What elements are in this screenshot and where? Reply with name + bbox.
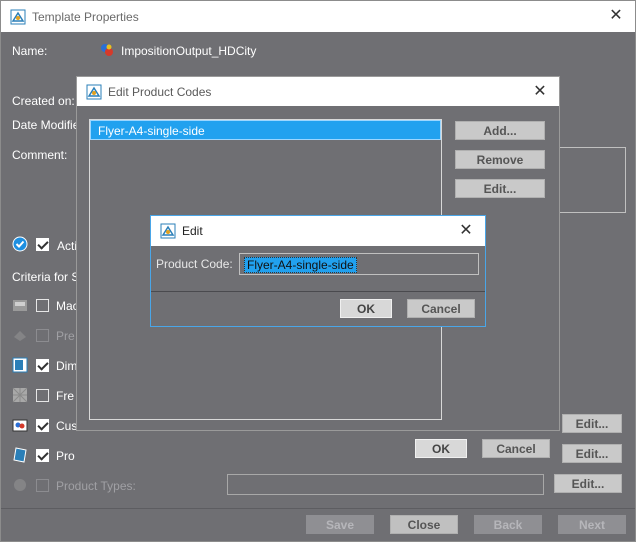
app-icon: [86, 84, 102, 99]
product-types-field[interactable]: [227, 474, 544, 495]
product-code-input[interactable]: Flyer-A4-single-side: [239, 253, 479, 275]
machine-icon: [13, 300, 27, 311]
title-bar: Edit ✕: [151, 216, 485, 246]
active-label: Acti: [57, 239, 78, 253]
criteria-label-4: Fre: [56, 389, 74, 403]
edit-product-types-button[interactable]: Edit...: [554, 474, 622, 493]
app-icon: [10, 9, 26, 24]
criteria-checkbox-2: [36, 329, 49, 342]
ok-button[interactable]: OK: [340, 299, 392, 318]
dialog-title: Edit: [182, 224, 203, 238]
active-checkbox[interactable]: [36, 238, 49, 251]
criteria-label-5: Cus: [56, 419, 78, 433]
ok-button[interactable]: OK: [415, 439, 467, 458]
remove-button[interactable]: Remove: [455, 150, 545, 169]
app-icon: [160, 223, 176, 239]
criteria-label-2: Pre: [56, 329, 75, 343]
criteria-label: Criteria for S: [12, 270, 80, 284]
product-types-icon: [14, 479, 26, 491]
edit-dialog: Edit ✕ Product Code: Flyer-A4-single-sid…: [150, 215, 486, 327]
criteria-label-6: Pro: [56, 449, 75, 463]
criteria-checkbox-6[interactable]: [36, 449, 49, 462]
criteria-checkbox-4[interactable]: [36, 389, 49, 402]
title-bar: Template Properties ✕: [1, 1, 635, 32]
title-bar: Edit Product Codes ✕: [77, 77, 559, 106]
edit-product-codes-button[interactable]: Edit...: [562, 444, 622, 463]
criteria-label-7: Product Types:: [56, 479, 136, 493]
modified-label: Date Modifie: [12, 118, 80, 132]
product-code-label: Product Code:: [156, 257, 233, 271]
dialog-title: Edit Product Codes: [108, 84, 212, 99]
edit-button[interactable]: Edit...: [455, 179, 545, 198]
close-icon[interactable]: ✕: [457, 222, 475, 240]
created-label: Created on:: [12, 94, 75, 108]
close-button[interactable]: Close: [390, 515, 458, 534]
window-title: Template Properties: [32, 9, 139, 24]
back-button[interactable]: Back: [474, 515, 542, 534]
cancel-button[interactable]: Cancel: [482, 439, 550, 458]
criteria-checkbox-5[interactable]: [36, 419, 49, 432]
footer-divider: [1, 508, 635, 509]
name-value: ImpositionOutput_HDCity: [121, 44, 257, 58]
free-form-icon: [12, 387, 28, 403]
save-button[interactable]: Save: [306, 515, 374, 534]
press-icon: [14, 331, 26, 341]
custom-icon: [12, 419, 28, 432]
product-code-value: Flyer-A4-single-side: [244, 257, 357, 273]
active-status-icon: [12, 236, 28, 252]
add-button[interactable]: Add...: [455, 121, 545, 140]
dialog-divider: [151, 291, 485, 292]
close-icon[interactable]: ✕: [531, 83, 549, 101]
edit-custom-button[interactable]: Edit...: [562, 414, 622, 433]
criteria-checkbox-3[interactable]: [36, 359, 49, 372]
comment-label: Comment:: [12, 148, 68, 162]
template-icon: [101, 44, 113, 56]
close-icon[interactable]: ✕: [607, 7, 625, 25]
list-item[interactable]: Flyer-A4-single-side: [90, 120, 441, 140]
dimensions-icon: [12, 357, 28, 373]
name-label: Name:: [12, 44, 48, 58]
criteria-label-3: Dim: [56, 359, 78, 373]
criteria-checkbox-7: [36, 479, 49, 492]
criteria-checkbox-1[interactable]: [36, 299, 49, 312]
comment-textarea[interactable]: [557, 147, 626, 213]
product-code-icon: [13, 447, 27, 463]
cancel-button[interactable]: Cancel: [407, 299, 475, 318]
next-button[interactable]: Next: [558, 515, 626, 534]
